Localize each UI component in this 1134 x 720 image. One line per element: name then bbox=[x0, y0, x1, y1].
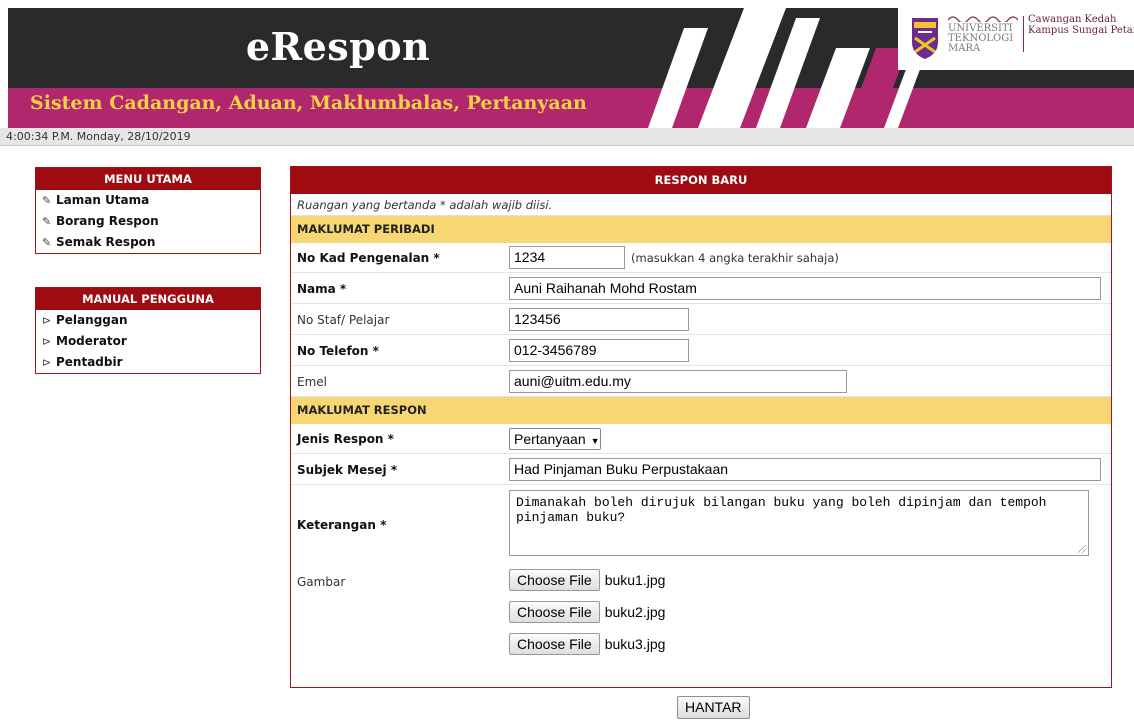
file-name: buku1.jpg bbox=[604, 572, 666, 588]
phone-row: No Telefon * 012-3456789 bbox=[291, 335, 1111, 366]
email-label: Emel bbox=[297, 375, 327, 389]
subject-input[interactable]: Had Pinjaman Buku Perpustakaan bbox=[509, 458, 1101, 481]
required-note: Ruangan yang bertanda * adalah wajib dii… bbox=[291, 194, 1111, 216]
sidebar-menu-title: MENU UTAMA bbox=[36, 168, 260, 190]
ic-label: No Kad Pengenalan * bbox=[297, 251, 440, 265]
subject-row: Subjek Mesej * Had Pinjaman Buku Perpust… bbox=[291, 454, 1111, 485]
file-upload-1: Choose File buku1.jpg bbox=[509, 569, 665, 593]
file-upload-3: Choose File buku3.jpg bbox=[509, 633, 665, 657]
image-row: Gambar Choose File buku1.jpg Choose File b… bbox=[291, 564, 1111, 660]
staff-label: No Staf/ Pelajar bbox=[297, 313, 390, 327]
sidebar-item-laman-utama[interactable]: ✎ Laman Utama bbox=[36, 190, 260, 211]
header-banner: eRespon Sistem Cadangan, Aduan, Maklumba… bbox=[8, 8, 1134, 128]
clock-bar: 4:00:34 P.M. Monday, 28/10/2019 bbox=[0, 128, 1134, 146]
sidebar-manual: MANUAL PENGGUNA ⊳ Pelanggan ⊳ Moderator ⊳ P… bbox=[35, 287, 261, 374]
image-label: Gambar bbox=[297, 575, 346, 589]
ic-hint: (masukkan 4 angka terakhir sahaja) bbox=[631, 251, 839, 265]
description-row: Keterangan * Dimanakah boleh dirujuk bil… bbox=[291, 485, 1111, 564]
name-label: Nama * bbox=[297, 282, 347, 296]
edit-icon: ✎ bbox=[42, 236, 52, 249]
sidebar-item-pentadbir[interactable]: ⊳ Pentadbir bbox=[36, 352, 260, 373]
name-row: Nama * Auni Raihanah Mohd Rostam bbox=[291, 273, 1111, 304]
file-upload-2: Choose File buku2.jpg bbox=[509, 601, 665, 625]
folder-open-icon: ⊳ bbox=[42, 314, 52, 327]
uitm-crest-icon bbox=[912, 18, 938, 59]
staff-id-input[interactable]: 123456 bbox=[509, 308, 689, 331]
resize-handle[interactable] bbox=[1078, 545, 1086, 553]
section-personal-info: MAKLUMAT PERIBADI bbox=[291, 216, 1111, 243]
edit-icon: ✎ bbox=[42, 194, 52, 207]
sidebar-manual-title: MANUAL PENGGUNA bbox=[36, 288, 260, 310]
logo-university-text: UNIVERSITI TEKNOLOGI MARA bbox=[948, 14, 1028, 54]
folder-open-icon: ⊳ bbox=[42, 356, 52, 369]
ic-row: No Kad Pengenalan * 1234 (masukkan 4 ang… bbox=[291, 243, 1111, 273]
ic-input[interactable]: 1234 bbox=[509, 246, 625, 269]
file-name: buku2.jpg bbox=[604, 604, 666, 620]
staff-row: No Staf/ Pelajar 123456 bbox=[291, 304, 1111, 335]
sidebar-item-borang-respon[interactable]: ✎ Borang Respon bbox=[36, 211, 260, 232]
email-row: Emel auni@uitm.edu.my bbox=[291, 366, 1111, 397]
sidebar-item-pelanggan[interactable]: ⊳ Pelanggan bbox=[36, 310, 260, 331]
jawi-script-graphic bbox=[948, 16, 1018, 22]
file-name: buku3.jpg bbox=[604, 636, 666, 652]
section-response-info: MAKLUMAT RESPON bbox=[291, 397, 1111, 424]
type-row: Jenis Respon * Pertanyaan ▼ bbox=[291, 424, 1111, 454]
email-input[interactable]: auni@uitm.edu.my bbox=[509, 370, 847, 393]
choose-file-button[interactable]: Choose File bbox=[509, 569, 600, 591]
choose-file-button[interactable]: Choose File bbox=[509, 601, 600, 623]
edit-icon: ✎ bbox=[42, 215, 52, 228]
university-logo: UNIVERSITI TEKNOLOGI MARA Cawangan Kedah… bbox=[898, 8, 1134, 70]
form-title: RESPON BARU bbox=[291, 167, 1111, 194]
response-form: RESPON BARU Ruangan yang bertanda * adal… bbox=[290, 166, 1112, 688]
logo-campus-text: Cawangan Kedah Kampus Sungai Petani bbox=[1028, 14, 1134, 36]
description-label: Keterangan * bbox=[297, 518, 387, 532]
app-subtitle: Sistem Cadangan, Aduan, Maklumbalas, Per… bbox=[30, 92, 587, 114]
submit-button[interactable]: HANTAR bbox=[677, 696, 750, 719]
sidebar-menu: MENU UTAMA ✎ Laman Utama ✎ Borang Respon ✎… bbox=[35, 167, 261, 254]
name-input[interactable]: Auni Raihanah Mohd Rostam bbox=[509, 277, 1101, 300]
choose-file-button[interactable]: Choose File bbox=[509, 633, 600, 655]
phone-label: No Telefon * bbox=[297, 344, 379, 358]
phone-input[interactable]: 012-3456789 bbox=[509, 339, 689, 362]
logo-divider bbox=[1023, 16, 1024, 52]
clock-text: 4:00:34 P.M. Monday, 28/10/2019 bbox=[6, 130, 191, 143]
folder-open-icon: ⊳ bbox=[42, 335, 52, 348]
sidebar-item-moderator[interactable]: ⊳ Moderator bbox=[36, 331, 260, 352]
description-textarea[interactable]: Dimanakah boleh dirujuk bilangan buku ya… bbox=[509, 490, 1089, 556]
subject-label: Subjek Mesej * bbox=[297, 463, 398, 477]
response-type-select[interactable]: Pertanyaan ▼ bbox=[509, 428, 601, 450]
sidebar-item-semak-respon[interactable]: ✎ Semak Respon bbox=[36, 232, 260, 253]
chevron-down-icon: ▼ bbox=[590, 436, 600, 446]
app-title: eRespon bbox=[245, 24, 431, 69]
type-label: Jenis Respon * bbox=[297, 432, 394, 446]
